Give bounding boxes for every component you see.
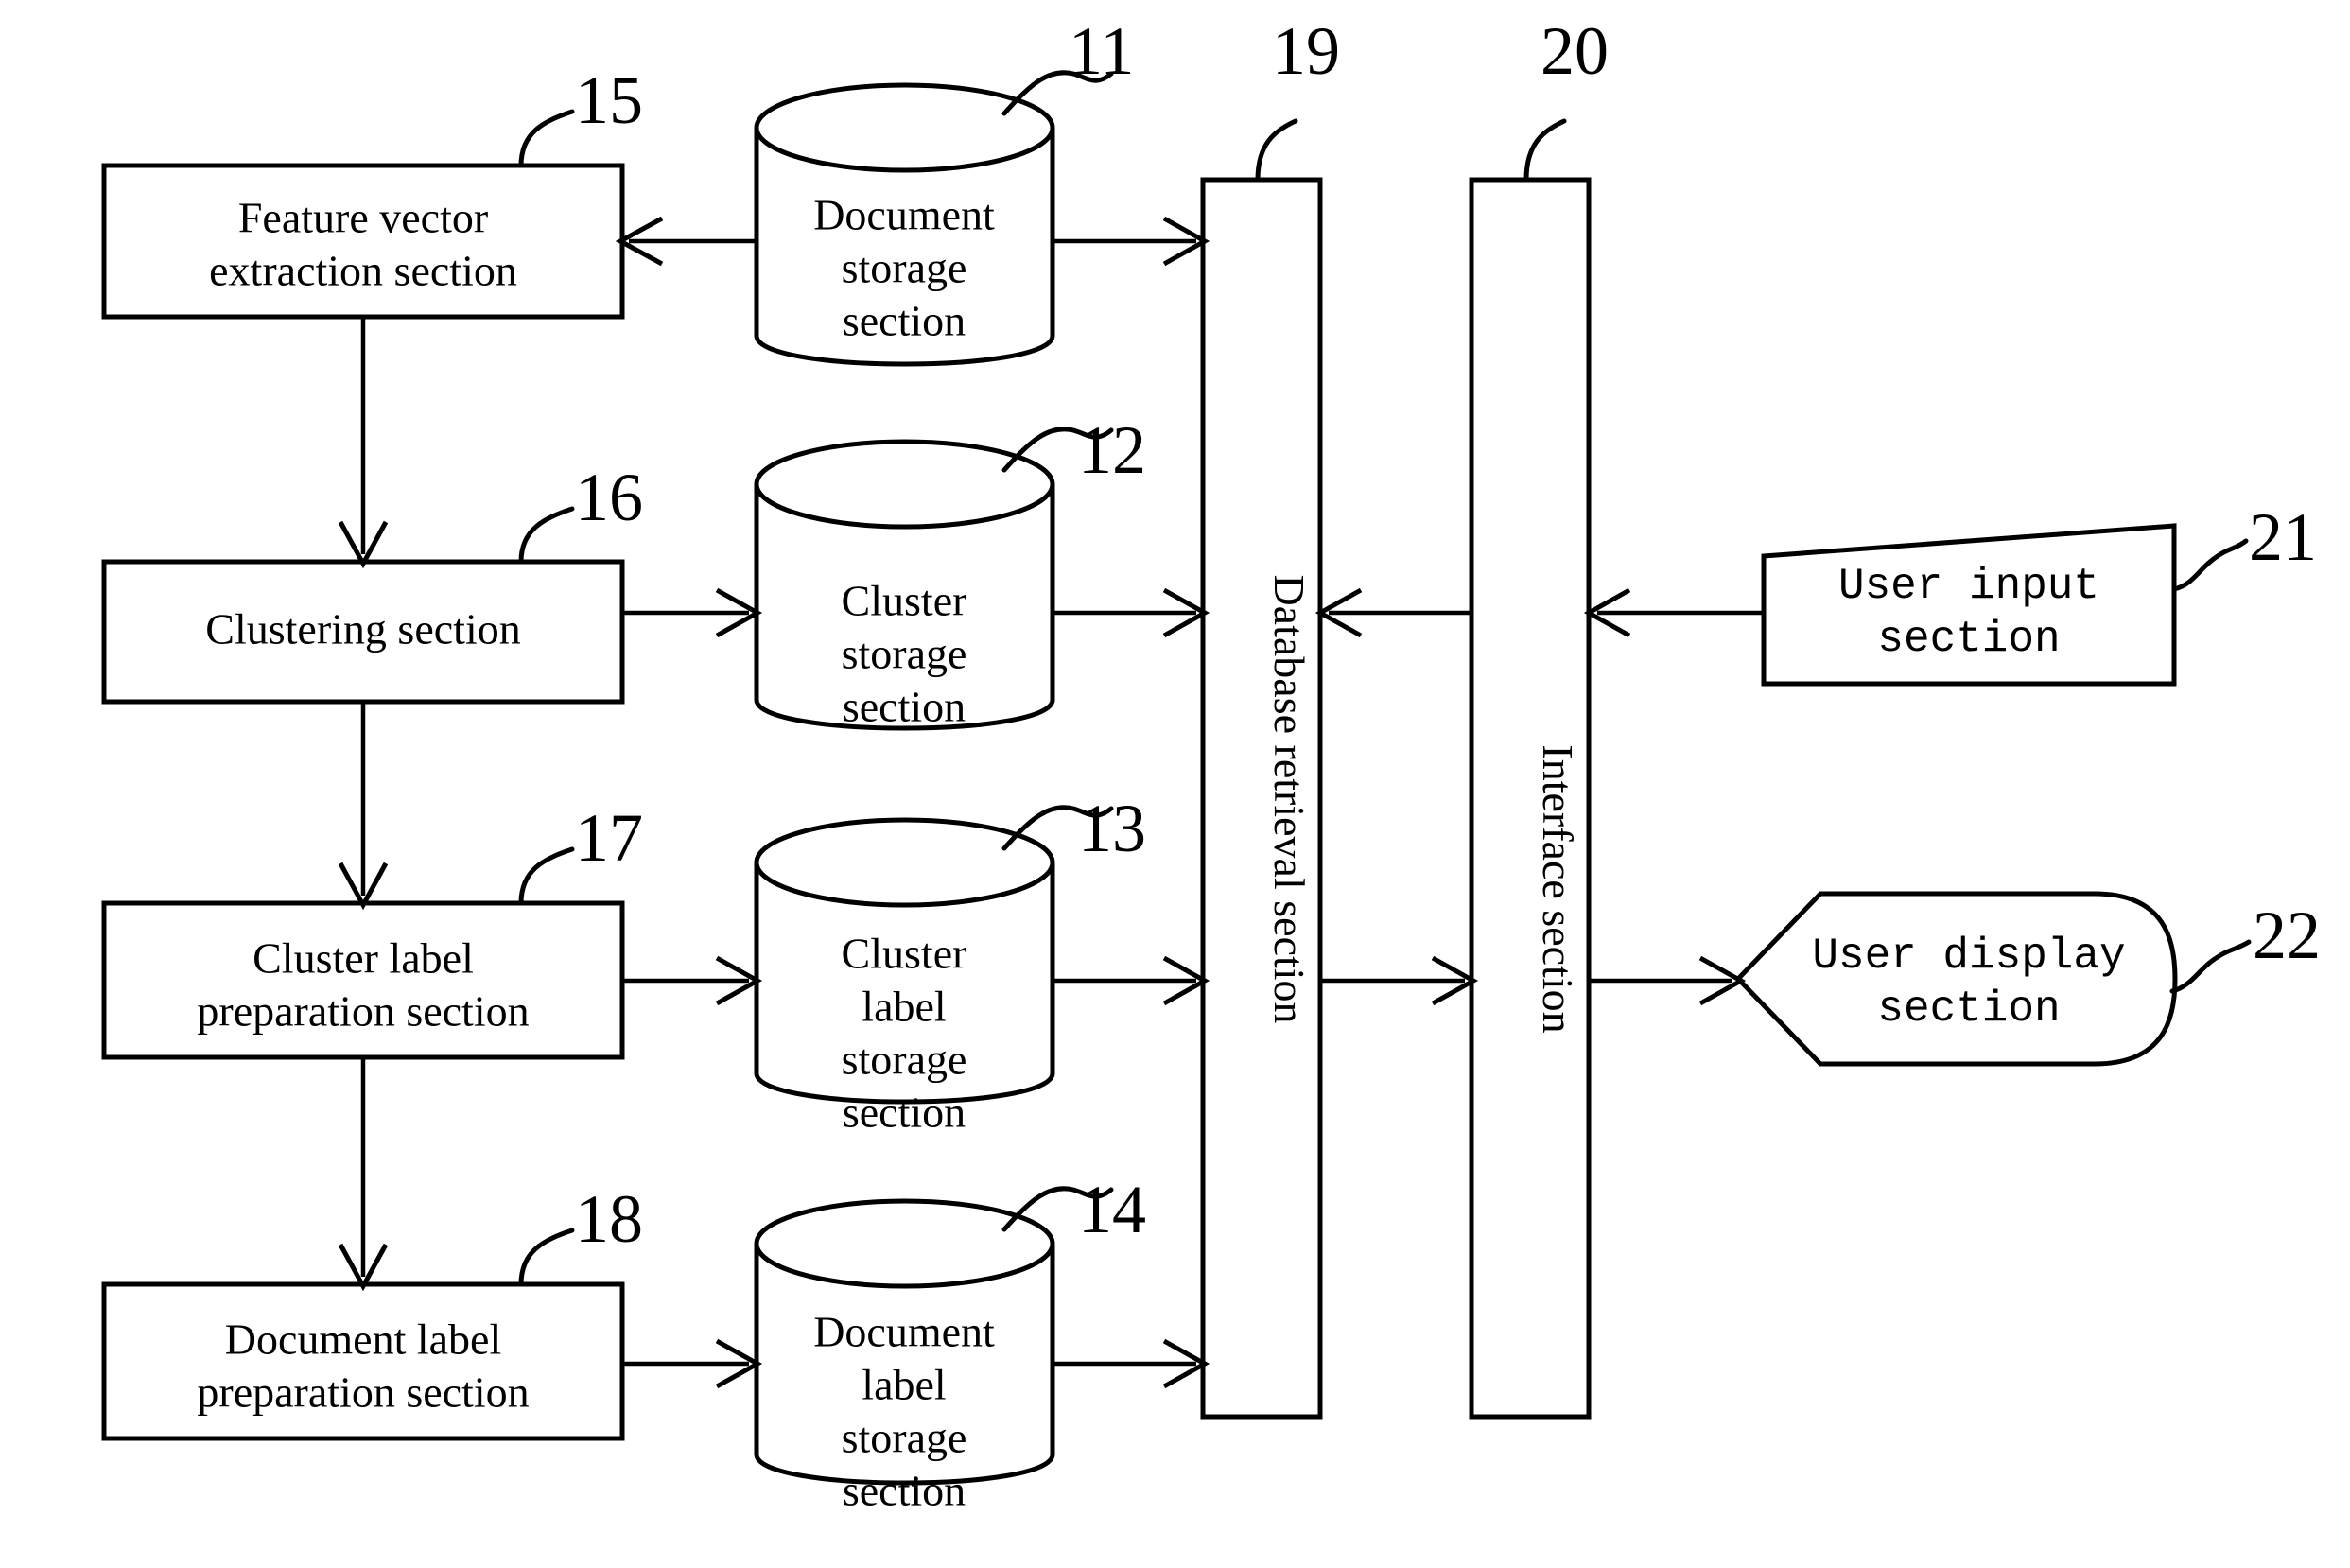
leader-line-19 <box>1255 118 1298 183</box>
arrow-cluster-storage-to-database-retrieval <box>1053 587 1210 638</box>
block-feature-vector-extraction-section[interactable]: Feature vector extraction section 15 <box>101 62 643 320</box>
interface-label: Interface section <box>1534 744 1582 1033</box>
flow-arrow-cluster-label-prep-to-document-label-prep <box>338 1057 389 1292</box>
ref-number-20: 20 <box>1541 13 1609 89</box>
document-label-storage-label-line3: storage <box>842 1414 967 1462</box>
block-user-input-section[interactable]: User input section 21 <box>1761 499 2317 687</box>
block-document-label-preparation-section[interactable]: Document label preparation section 18 <box>101 1181 643 1441</box>
arrow-cluster-label-storage-to-database-retrieval <box>1053 955 1210 1006</box>
document-storage-label-line2: storage <box>842 244 967 292</box>
leader-line-21 <box>2171 538 2249 592</box>
arrow-interface-to-database-retrieval <box>1314 587 1471 638</box>
block-cluster-storage-section[interactable]: Cluster storage section 12 <box>754 412 1146 731</box>
database-retrieval-label: Database retrieval section <box>1265 574 1314 1023</box>
ref-number-12: 12 <box>1078 412 1146 488</box>
user-display-label-line1: User display <box>1812 932 2125 981</box>
document-label-storage-cylinder-top <box>754 1198 1055 1289</box>
user-input-label-line1: User input <box>1838 562 2099 611</box>
feature-vector-label-line1: Feature vector <box>238 194 488 242</box>
cluster-label-prep-label-line2: preparation section <box>197 987 529 1036</box>
arrow-document-label-prep-to-document-label-storage <box>622 1338 763 1389</box>
block-diagram: Feature vector extraction section 15 Clu… <box>101 13 2321 1515</box>
block-document-label-storage-section[interactable]: Document label storage section 14 <box>754 1172 1146 1515</box>
block-database-retrieval-section[interactable]: Database retrieval section 19 <box>1200 13 1340 1420</box>
block-document-storage-section[interactable]: Document storage section 11 <box>754 13 1134 367</box>
ref-number-19: 19 <box>1272 13 1340 89</box>
ref-number-11: 11 <box>1069 13 1134 89</box>
feature-vector-label-line2: extraction section <box>209 247 517 295</box>
leader-line-22 <box>2169 939 2252 994</box>
cluster-storage-cylinder-top <box>754 439 1055 530</box>
arrow-document-storage-to-database-retrieval <box>1053 216 1210 267</box>
cluster-label-storage-label-line2: label <box>862 983 946 1031</box>
arrow-database-retrieval-to-interface <box>1320 955 1479 1006</box>
arrow-cluster-label-prep-to-cluster-label-storage <box>622 955 763 1006</box>
block-cluster-label-preparation-section[interactable]: Cluster label preparation section 17 <box>101 800 643 1060</box>
cluster-label-prep-label-line1: Cluster label <box>252 934 474 983</box>
ref-number-16: 16 <box>575 460 643 535</box>
leader-line-15 <box>518 109 575 168</box>
document-storage-cylinder-top <box>754 82 1055 173</box>
arrow-user-input-to-interface <box>1583 587 1764 638</box>
ref-number-21: 21 <box>2249 499 2317 575</box>
cluster-storage-label-line3: section <box>843 683 966 731</box>
leader-line-16 <box>518 506 575 565</box>
ref-number-13: 13 <box>1078 791 1146 866</box>
ref-number-14: 14 <box>1078 1172 1146 1247</box>
document-storage-label-line1: Document <box>813 191 995 239</box>
clustering-label-line1: Clustering section <box>205 605 520 653</box>
ref-number-18: 18 <box>575 1181 643 1257</box>
cluster-label-storage-label-line3: storage <box>842 1036 967 1084</box>
block-user-display-section[interactable]: User display section 22 <box>1734 891 2321 1067</box>
cluster-label-storage-label-line4: section <box>843 1089 966 1137</box>
cluster-storage-label-line2: storage <box>842 630 967 678</box>
ref-number-15: 15 <box>575 62 643 138</box>
flow-arrow-clustering-to-cluster-label-prep <box>338 702 389 911</box>
arrow-document-storage-to-feature-vector <box>615 216 757 267</box>
cluster-storage-label-line1: Cluster <box>842 577 967 625</box>
cluster-label-storage-cylinder-top <box>754 817 1055 908</box>
document-label-storage-label-line1: Document <box>813 1308 995 1356</box>
cluster-label-storage-label-line1: Cluster <box>842 930 967 978</box>
leader-line-20 <box>1523 118 1567 183</box>
block-clustering-section[interactable]: Clustering section 16 <box>101 460 643 705</box>
ref-number-22: 22 <box>2253 897 2321 973</box>
user-input-label-line2: section <box>1877 615 2060 664</box>
leader-line-18 <box>518 1228 575 1287</box>
arrow-clustering-to-cluster-storage <box>622 587 763 638</box>
document-label-storage-label-line4: section <box>843 1467 966 1515</box>
flow-arrow-feature-vector-to-clustering <box>338 317 389 569</box>
leader-line-17 <box>518 846 575 906</box>
ref-number-17: 17 <box>575 800 643 876</box>
document-label-storage-label-line2: label <box>862 1361 946 1409</box>
arrow-interface-to-user-display <box>1589 955 1747 1006</box>
document-label-prep-label-line1: Document label <box>225 1315 502 1364</box>
user-display-label-line2: section <box>1877 984 2060 1034</box>
figure-canvas: Feature vector extraction section 15 Clu… <box>0 0 2350 1568</box>
document-storage-label-line3: section <box>843 297 966 345</box>
block-cluster-label-storage-section[interactable]: Cluster label storage section 13 <box>754 791 1146 1137</box>
block-interface-section[interactable]: Interface section 20 <box>1469 13 1609 1420</box>
document-label-prep-label-line2: preparation section <box>197 1368 529 1417</box>
arrow-document-label-storage-to-database-retrieval <box>1053 1338 1210 1389</box>
